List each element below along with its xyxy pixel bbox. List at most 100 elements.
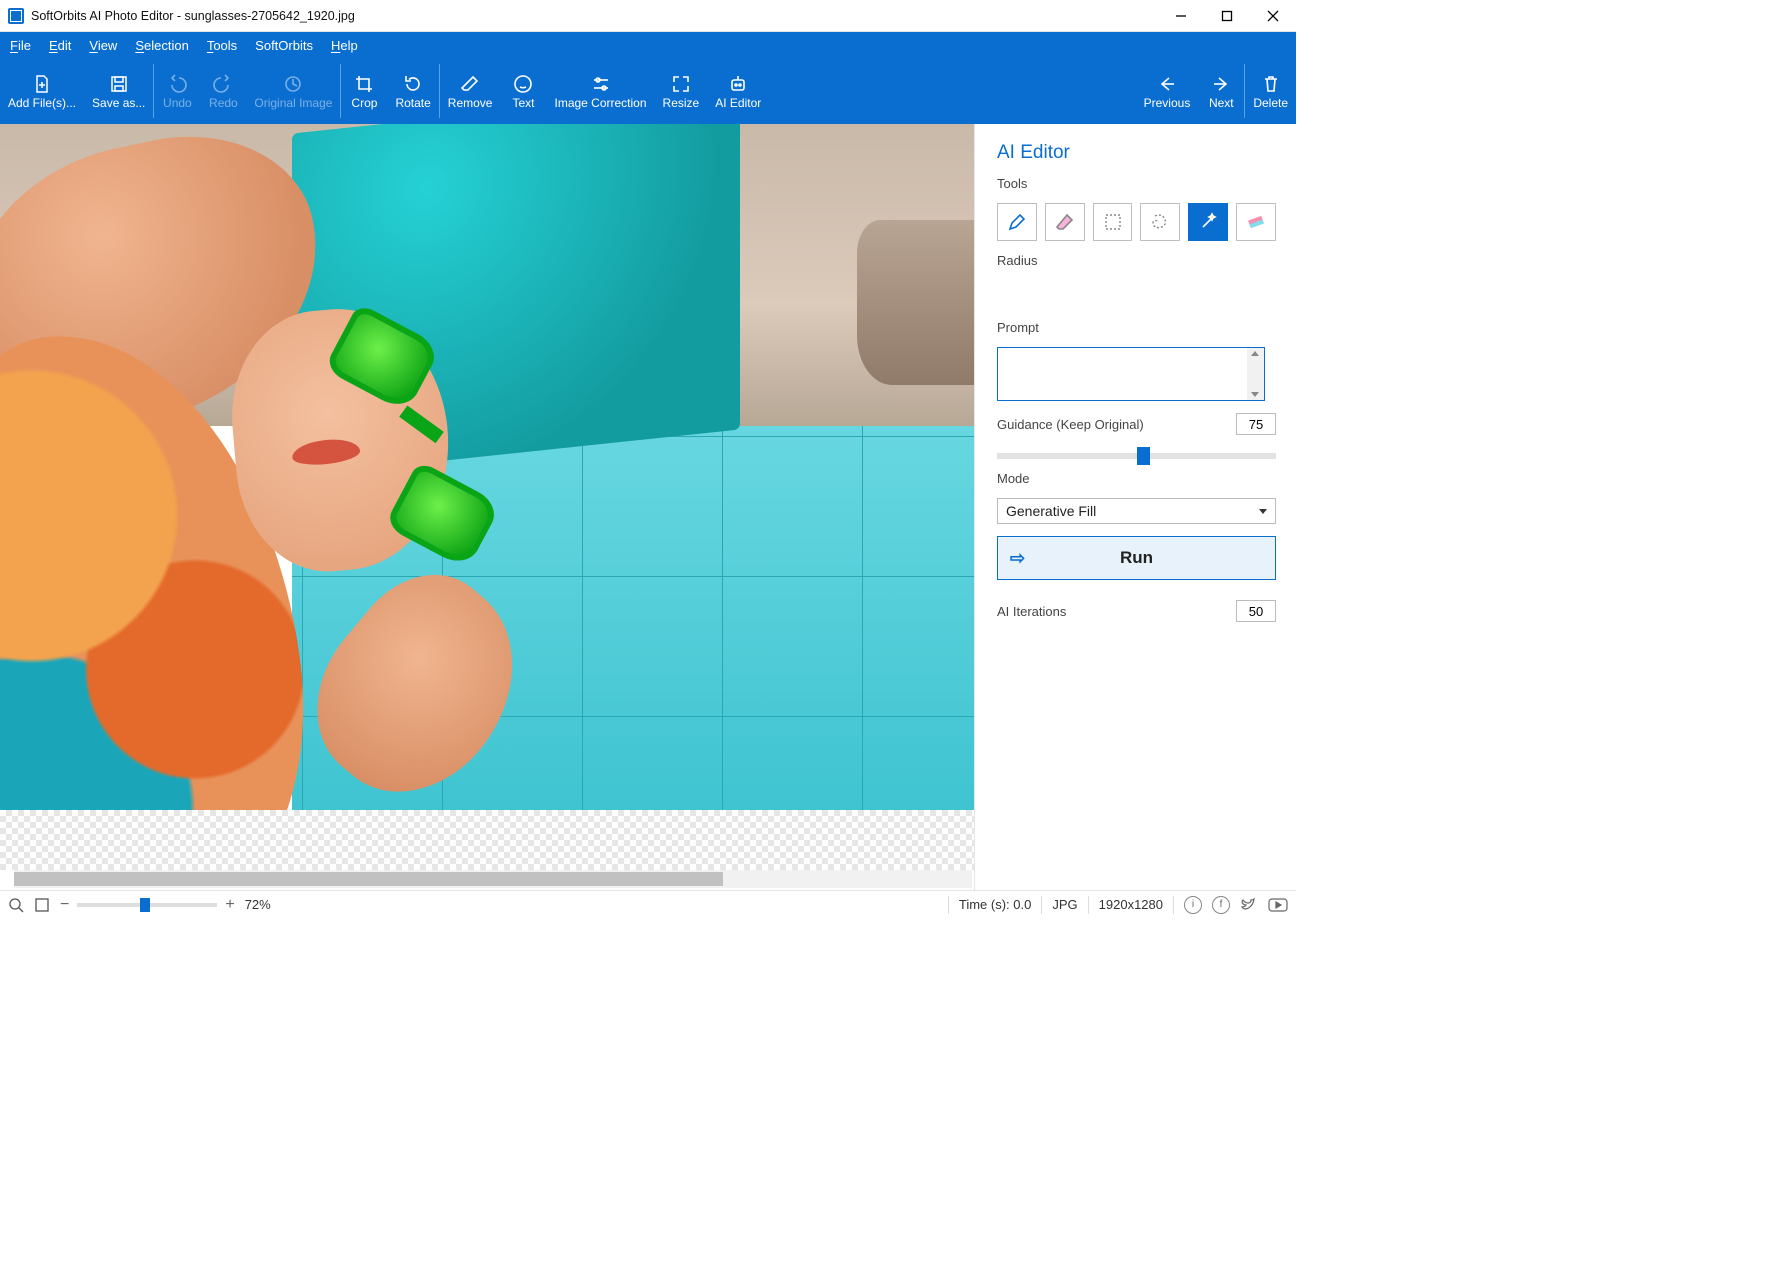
crop-label: Crop xyxy=(351,97,377,110)
menu-edit[interactable]: Edit xyxy=(49,38,71,53)
ai-editor-label: AI Editor xyxy=(715,97,761,110)
ai-iterations-label: AI Iterations xyxy=(997,604,1066,619)
close-button[interactable] xyxy=(1250,0,1296,32)
fit-screen-icon[interactable] xyxy=(34,897,50,913)
tool-eraser[interactable] xyxy=(1045,203,1085,241)
history-icon xyxy=(282,73,304,95)
add-file-label: Add File(s)... xyxy=(8,97,76,110)
radius-label: Radius xyxy=(997,253,1276,268)
eraser-icon xyxy=(459,73,481,95)
ai-editor-button[interactable]: AI Editor xyxy=(707,58,769,124)
menu-softorbits[interactable]: SoftOrbits xyxy=(255,38,313,53)
image-viewport[interactable] xyxy=(0,124,974,810)
run-label: Run xyxy=(1120,548,1153,568)
titlebar: SoftOrbits AI Photo Editor - sunglasses-… xyxy=(0,0,1296,32)
undo-button[interactable]: Undo xyxy=(154,58,200,124)
previous-button[interactable]: Previous xyxy=(1136,58,1199,124)
ai-iterations-input[interactable] xyxy=(1236,600,1276,622)
status-bar: − + 72% Time (s): 0.0 JPG 1920x1280 i f xyxy=(0,890,1296,918)
next-label: Next xyxy=(1209,97,1234,110)
text-button[interactable]: Text xyxy=(500,58,546,124)
file-plus-icon xyxy=(31,73,53,95)
next-button[interactable]: Next xyxy=(1198,58,1244,124)
remove-button[interactable]: Remove xyxy=(440,58,501,124)
ai-editor-panel: AI Editor Tools Radius Prompt Guidance (… xyxy=(974,124,1296,890)
arrow-right-icon: ⇨ xyxy=(1010,548,1025,569)
previous-label: Previous xyxy=(1144,97,1191,110)
undo-label: Undo xyxy=(163,97,192,110)
tools-row xyxy=(997,203,1276,241)
tool-lasso[interactable] xyxy=(1140,203,1180,241)
arrow-left-icon xyxy=(1156,73,1178,95)
text-label: Text xyxy=(512,97,534,110)
image-correction-label: Image Correction xyxy=(554,97,646,110)
trash-icon xyxy=(1260,73,1282,95)
menu-view[interactable]: View xyxy=(89,38,117,53)
image-correction-button[interactable]: Image Correction xyxy=(546,58,654,124)
panel-title: AI Editor xyxy=(997,142,1276,164)
guidance-label: Guidance (Keep Original) xyxy=(997,417,1144,432)
menubar: File Edit View Selection Tools SoftOrbit… xyxy=(0,32,1296,58)
remove-label: Remove xyxy=(448,97,493,110)
app-icon xyxy=(8,8,24,24)
zoom-reset-icon[interactable] xyxy=(8,897,24,913)
run-button[interactable]: ⇨ Run xyxy=(997,536,1276,580)
zoom-in-button[interactable]: + xyxy=(225,896,234,914)
menu-help[interactable]: Help xyxy=(331,38,358,53)
original-label: Original Image xyxy=(254,97,332,110)
info-icon[interactable]: i xyxy=(1184,896,1202,914)
save-as-label: Save as... xyxy=(92,97,145,110)
twitter-icon[interactable] xyxy=(1240,896,1258,914)
original-image-button[interactable]: Original Image xyxy=(246,58,340,124)
redo-button[interactable]: Redo xyxy=(200,58,246,124)
menu-tools[interactable]: Tools xyxy=(207,38,237,53)
prompt-input[interactable] xyxy=(997,347,1265,401)
delete-label: Delete xyxy=(1253,97,1288,110)
window-buttons xyxy=(1158,0,1296,32)
zoom-slider[interactable] xyxy=(77,903,217,907)
sliders-icon xyxy=(590,73,612,95)
mode-select[interactable]: Generative Fill xyxy=(997,498,1276,524)
add-file-button[interactable]: Add File(s)... xyxy=(0,58,84,124)
crop-icon xyxy=(353,73,375,95)
canvas-checker xyxy=(0,810,974,870)
status-dimensions: 1920x1280 xyxy=(1099,897,1163,912)
guidance-value-input[interactable] xyxy=(1236,413,1276,435)
photo-content xyxy=(0,124,974,810)
rotate-button[interactable]: Rotate xyxy=(387,58,438,124)
facebook-icon[interactable]: f xyxy=(1212,896,1230,914)
tool-rect-select[interactable] xyxy=(1093,203,1133,241)
arrow-right-icon xyxy=(1210,73,1232,95)
redo-label: Redo xyxy=(209,97,238,110)
toolbar: Add File(s)... Save as... Undo Redo Orig… xyxy=(0,58,1296,124)
minimize-button[interactable] xyxy=(1158,0,1204,32)
tool-pencil[interactable] xyxy=(997,203,1037,241)
undo-icon xyxy=(166,73,188,95)
delete-button[interactable]: Delete xyxy=(1245,58,1296,124)
resize-button[interactable]: Resize xyxy=(655,58,708,124)
status-format: JPG xyxy=(1052,897,1077,912)
prompt-label: Prompt xyxy=(997,320,1276,335)
crop-button[interactable]: Crop xyxy=(341,58,387,124)
guidance-slider[interactable] xyxy=(997,453,1276,459)
canvas-pane xyxy=(0,124,974,890)
rotate-icon xyxy=(402,73,424,95)
save-as-button[interactable]: Save as... xyxy=(84,58,153,124)
text-icon xyxy=(512,73,534,95)
expand-icon xyxy=(670,73,692,95)
zoom-percent: 72% xyxy=(245,897,271,912)
youtube-icon[interactable] xyxy=(1268,897,1288,913)
zoom-out-button[interactable]: − xyxy=(60,896,69,914)
tool-color-eraser[interactable] xyxy=(1236,203,1276,241)
redo-icon xyxy=(212,73,234,95)
window-title: SoftOrbits AI Photo Editor - sunglasses-… xyxy=(31,9,355,23)
rotate-label: Rotate xyxy=(395,97,430,110)
menu-selection[interactable]: Selection xyxy=(135,38,188,53)
menu-file[interactable]: File xyxy=(10,38,31,53)
prompt-scrollbar[interactable] xyxy=(1247,348,1264,400)
robot-icon xyxy=(727,73,749,95)
horizontal-scrollbar[interactable] xyxy=(14,870,972,888)
tool-magic-wand[interactable] xyxy=(1188,203,1228,241)
maximize-button[interactable] xyxy=(1204,0,1250,32)
save-icon xyxy=(108,73,130,95)
